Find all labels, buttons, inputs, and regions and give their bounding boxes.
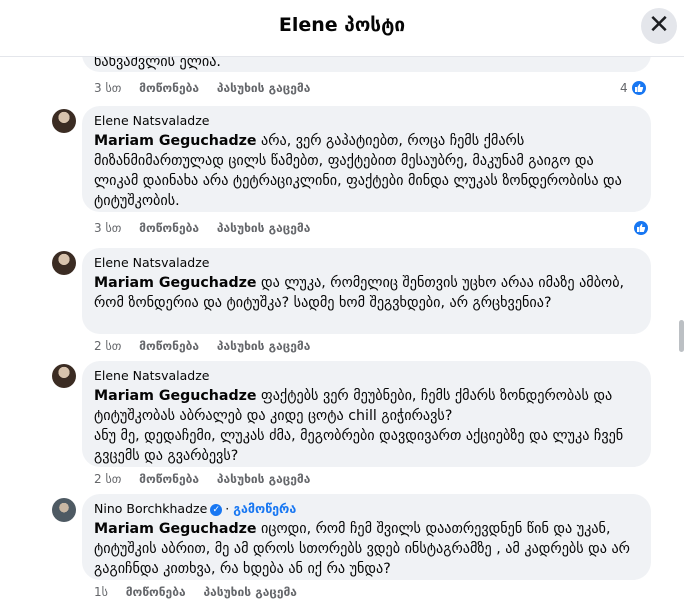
verified-badge-icon: ✓: [210, 503, 223, 516]
comment-text: Mariam Geguchadze ფაქტებს ვერ მეუბნები, …: [94, 386, 639, 426]
reply-button[interactable]: პასუხის გაცემა: [217, 81, 310, 95]
reply-button[interactable]: პასუხის გაცემა: [217, 339, 310, 353]
comment-actions: 3 სთ მოწონება პასუხის გაცემა: [94, 221, 324, 235]
close-button[interactable]: ✕: [641, 8, 677, 44]
follow-button[interactable]: გამოწერა: [233, 501, 296, 516]
comment-actions: 1ს მოწონება პასუხის გაცემა: [94, 585, 311, 599]
comment-bubble: Elene Natsvaladze Mariam Geguchadze ფაქტ…: [82, 361, 651, 467]
dialog-header: Elene პოსტი ✕: [0, 0, 684, 57]
thumbs-up-icon[interactable]: [630, 79, 648, 97]
mention-link[interactable]: Mariam Geguchadze: [94, 521, 257, 537]
comment-time[interactable]: 1ს: [94, 585, 108, 599]
comment-author-row: Nino Borchkhadze ✓ · გამოწერა: [94, 501, 297, 516]
avatar[interactable]: [52, 364, 76, 388]
comment-time[interactable]: 2 სთ: [94, 339, 121, 353]
mention-link[interactable]: Mariam Geguchadze: [94, 133, 257, 149]
scrollbar-thumb[interactable]: [679, 320, 684, 352]
page-title: Elene პოსტი: [278, 14, 406, 36]
reply-button[interactable]: პასუხის გაცემა: [203, 585, 296, 599]
comment-actions: 3 სთ მოწონება პასუხის გაცემა: [94, 81, 324, 95]
comment-bubble: Elene Natsvaladze Mariam Geguchadze არა,…: [82, 106, 651, 212]
reply-button[interactable]: პასუხის გაცემა: [217, 472, 310, 486]
comments-feed: ნანვაძვლის ელია. 3 სთ მოწონება პასუხის გ…: [0, 0, 684, 599]
comment-author[interactable]: Nino Borchkhadze: [94, 501, 207, 516]
comment-text-line: ანუ მე, დედაჩემი, ლუკას ძმა, მეგობრები დ…: [94, 428, 624, 464]
comment-author[interactable]: Elene Natsvaladze: [94, 112, 639, 129]
like-count[interactable]: 4: [620, 81, 628, 95]
comment-text: Mariam Geguchadze და ლუკა, რომელიც შენთვ…: [94, 273, 639, 313]
avatar[interactable]: [52, 109, 76, 133]
like-button[interactable]: მოწონება: [139, 221, 199, 235]
like-button[interactable]: მოწონება: [139, 339, 199, 353]
close-icon: ✕: [648, 10, 670, 40]
comment-bubble: Nino Borchkhadze ✓ · გამოწერა Mariam Geguc…: [82, 494, 651, 580]
like-button[interactable]: მოწონება: [126, 585, 186, 599]
comment-text: Mariam Geguchadze არა, ვერ გაპატიებთ, რო…: [94, 131, 639, 211]
like-button[interactable]: მოწონება: [139, 81, 199, 95]
comment-author[interactable]: Elene Natsvaladze: [94, 254, 639, 271]
thumbs-up-icon[interactable]: [632, 219, 650, 237]
comment-author[interactable]: Elene Natsvaladze: [94, 367, 639, 384]
comment-actions: 2 სთ მოწონება პასუხის გაცემა: [94, 339, 324, 353]
mention-link[interactable]: Mariam Geguchadze: [94, 275, 257, 291]
comment-text: Mariam Geguchadze იცოდი, რომ ჩემ შვილს დ…: [94, 519, 639, 579]
comment-bubble: Elene Natsvaladze Mariam Geguchadze და ლ…: [82, 248, 651, 334]
comment-time[interactable]: 2 სთ: [94, 472, 121, 486]
reply-button[interactable]: პასუხის გაცემა: [217, 221, 310, 235]
like-button[interactable]: მოწონება: [139, 472, 199, 486]
comment-time[interactable]: 3 სთ: [94, 81, 121, 95]
comment-time[interactable]: 3 სთ: [94, 221, 121, 235]
avatar[interactable]: [52, 498, 76, 522]
mention-link[interactable]: Mariam Geguchadze: [94, 388, 257, 404]
avatar[interactable]: [52, 251, 76, 275]
comment-actions: 2 სთ მოწონება პასუხის გაცემა: [94, 472, 324, 486]
